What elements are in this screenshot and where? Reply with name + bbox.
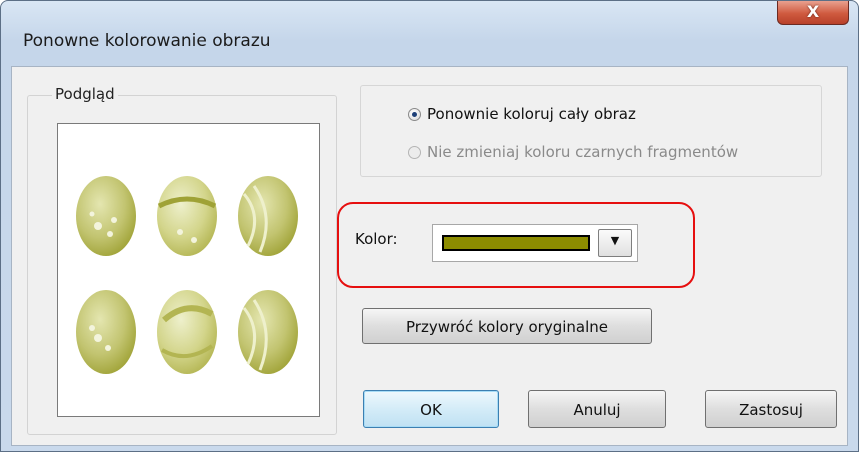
egg-6 xyxy=(238,290,298,374)
preview-group: Podgląd xyxy=(27,85,337,435)
egg-2 xyxy=(157,176,217,256)
egg-5 xyxy=(157,290,217,374)
radio-keep-black[interactable]: Nie zmieniaj koloru czarnych fragmentów xyxy=(408,143,738,161)
color-dropdown-button[interactable]: ▼ xyxy=(598,229,632,257)
preview-image xyxy=(57,123,320,417)
chevron-down-icon: ▼ xyxy=(610,234,620,247)
restore-original-colors-button[interactable]: Przywróć kolory oryginalne xyxy=(362,308,652,344)
color-picker[interactable]: ▼ xyxy=(432,224,638,262)
egg-4 xyxy=(76,290,136,374)
window-title: Ponowne kolorowanie obrazu xyxy=(23,31,271,51)
radio-recolor-all-label: Ponownie koloruj cały obraz xyxy=(427,105,636,123)
radio-button-checked[interactable] xyxy=(408,107,421,121)
preview-legend: Podgląd xyxy=(52,85,118,103)
radio-keep-black-label: Nie zmieniaj koloru czarnych fragmentów xyxy=(427,143,739,161)
easter-eggs-image xyxy=(76,176,298,374)
close-icon: X xyxy=(806,2,820,21)
apply-button[interactable]: Zastosuj xyxy=(705,390,837,428)
radio-recolor-all[interactable]: Ponownie koloruj cały obraz xyxy=(408,105,636,123)
selected-color-swatch xyxy=(442,235,590,251)
recolor-options-panel xyxy=(360,85,822,177)
egg-1 xyxy=(76,176,136,256)
color-label: Kolor: xyxy=(355,230,398,248)
cancel-button[interactable]: Anuluj xyxy=(528,390,666,428)
title-bar[interactable]: Ponowne kolorowanie obrazu X xyxy=(1,1,858,51)
close-button[interactable]: X xyxy=(777,1,849,25)
ok-button[interactable]: OK xyxy=(363,390,499,428)
egg-3 xyxy=(238,176,298,256)
radio-button-unchecked[interactable] xyxy=(408,145,421,159)
